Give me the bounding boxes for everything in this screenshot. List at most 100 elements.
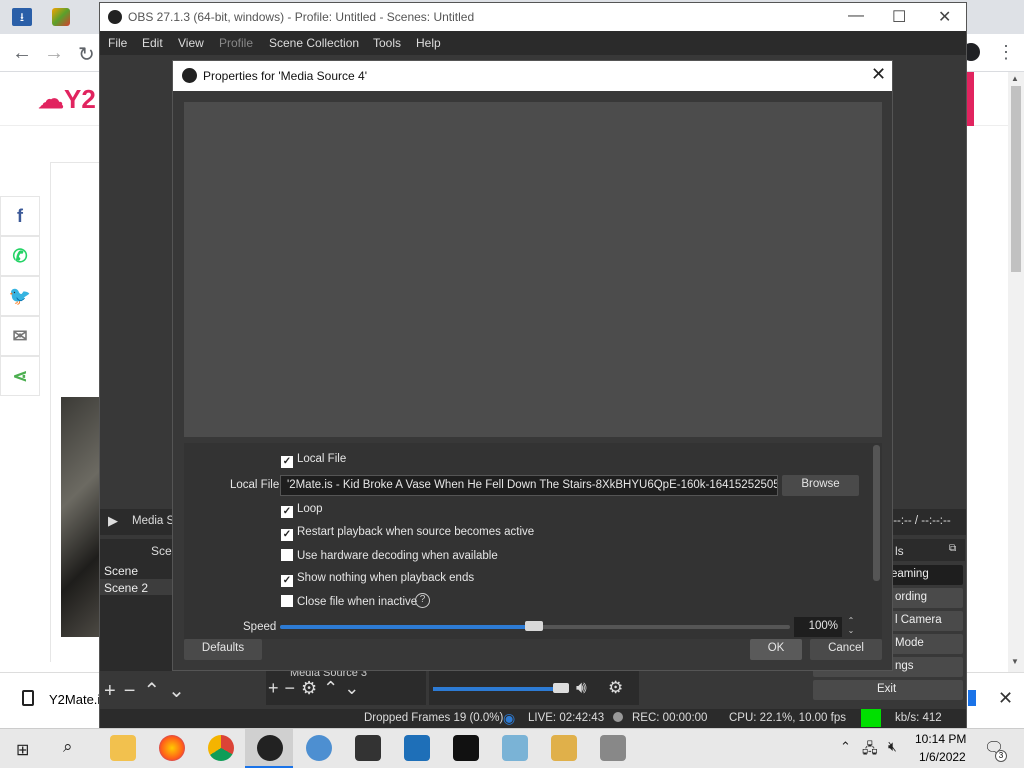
- menu-tools[interactable]: Tools: [373, 36, 401, 50]
- undock-icon[interactable]: ⧉: [949, 543, 956, 554]
- remove-scene-icon[interactable]: −: [124, 680, 144, 702]
- menu-file[interactable]: File: [108, 36, 127, 50]
- connection-indicator: [861, 709, 881, 727]
- kbps: kb/s: 412: [895, 712, 942, 724]
- speaker-icon[interactable]: 🔊︎: [576, 678, 587, 698]
- spin-up-icon[interactable]: ⌃: [844, 616, 858, 626]
- terminal-icon[interactable]: [453, 735, 479, 761]
- share-sidebar: f ✆ 🐦 ✉ ⋖: [0, 196, 40, 396]
- page-scrollbar-thumb[interactable]: [1011, 86, 1021, 272]
- local-file-path-input[interactable]: '2Mate.is - Kid Broke A Vase When He Fel…: [280, 475, 778, 496]
- defaults-button[interactable]: Defaults: [184, 639, 262, 660]
- spin-down-icon[interactable]: ⌄: [844, 626, 858, 636]
- tray-chevron-icon[interactable]: ⌃: [840, 739, 851, 755]
- show-nothing-checkbox[interactable]: ✓ Show nothing when playback ends: [281, 572, 474, 587]
- obs-logo-icon: [108, 10, 122, 24]
- extension-icon[interactable]: [52, 8, 70, 26]
- menu-profile[interactable]: Profile: [219, 36, 253, 50]
- menu-view[interactable]: View: [178, 36, 204, 50]
- obs-icon[interactable]: [257, 735, 283, 761]
- speed-label: Speed: [243, 621, 277, 633]
- help-icon[interactable]: ?: [415, 593, 430, 608]
- cancel-button[interactable]: Cancel: [810, 639, 882, 660]
- checkbox-box[interactable]: ✓: [281, 506, 293, 518]
- rec-icon: [613, 712, 623, 722]
- audio-settings-icon[interactable]: ⚙: [608, 678, 623, 698]
- checkbox-box[interactable]: ✓: [281, 456, 293, 468]
- speed-value-input[interactable]: 100%: [794, 617, 842, 637]
- exit-button[interactable]: Exit: [813, 680, 963, 700]
- back-icon[interactable]: ←: [12, 42, 32, 65]
- checkbox-box[interactable]: [281, 595, 293, 607]
- add-scene-icon[interactable]: +: [104, 680, 124, 702]
- checkbox-box[interactable]: ✓: [281, 575, 293, 587]
- whatsapp-icon[interactable]: ✆: [0, 236, 40, 276]
- checkbox-box[interactable]: [281, 549, 293, 561]
- scroll-up-icon[interactable]: ▲: [1011, 74, 1019, 83]
- twitter-icon[interactable]: 🐦: [0, 276, 40, 316]
- reload-icon[interactable]: ↻: [78, 42, 95, 67]
- qbittorrent-icon[interactable]: [306, 735, 332, 761]
- scene-row[interactable]: Scene 2: [100, 579, 180, 595]
- clock-time[interactable]: 10:14 PM: [915, 732, 966, 746]
- email-icon[interactable]: ✉: [0, 316, 40, 356]
- chrome-icon[interactable]: [208, 735, 234, 761]
- move-up-icon[interactable]: ⌃: [143, 680, 168, 702]
- ok-button[interactable]: OK: [750, 639, 802, 660]
- menu-scene-collection[interactable]: Scene Collection: [269, 36, 359, 50]
- menu-help[interactable]: Help: [416, 36, 441, 50]
- close-download-bar-icon[interactable]: ✕: [998, 688, 1013, 709]
- volume-muted-icon[interactable]: 🔇︎: [888, 738, 897, 755]
- local-file-checkbox[interactable]: ✓ Local File: [281, 453, 346, 468]
- paint-icon[interactable]: [551, 735, 577, 761]
- close-file-inactive-checkbox[interactable]: Close file when inactive: [281, 595, 417, 608]
- speed-slider-knob[interactable]: [525, 621, 543, 631]
- search-icon[interactable]: ⌕: [63, 737, 73, 757]
- settings-app-icon[interactable]: [600, 735, 626, 761]
- photos-icon[interactable]: [355, 735, 381, 761]
- move-down-icon[interactable]: ⌄: [168, 680, 193, 702]
- cpu-usage: CPU: 22.1%, 10.00 fps: [729, 712, 846, 724]
- properties-scrollbar[interactable]: [873, 445, 880, 581]
- volume-slider[interactable]: [433, 687, 563, 691]
- browser-menu-icon[interactable]: ⋮: [997, 42, 1015, 63]
- menu-edit[interactable]: Edit: [142, 36, 163, 50]
- volume-slider-knob[interactable]: [553, 683, 569, 693]
- minimize-icon[interactable]: —: [848, 7, 864, 25]
- hardware-decoding-checkbox[interactable]: Use hardware decoding when available: [281, 549, 498, 562]
- live-icon: ◉: [503, 710, 516, 726]
- network-icon[interactable]: 🖧︎: [862, 738, 878, 762]
- site-logo[interactable]: ☁Y2: [38, 84, 96, 115]
- properties-panel: [184, 443, 882, 639]
- maximize-icon[interactable]: ☐: [892, 7, 906, 27]
- download-tab-icon[interactable]: ⭳: [12, 8, 32, 26]
- close-icon[interactable]: ✕: [938, 7, 951, 27]
- scene-item-1[interactable]: Scene: [104, 564, 138, 578]
- forward-icon[interactable]: →: [44, 42, 64, 65]
- speed-spinner[interactable]: ⌃ ⌄: [844, 616, 858, 636]
- browse-button[interactable]: Browse: [782, 475, 859, 496]
- source-settings-icon[interactable]: ⚙: [301, 678, 323, 698]
- add-source-icon[interactable]: +: [268, 678, 285, 698]
- scene-item-2[interactable]: Scene 2: [104, 581, 148, 595]
- restart-playback-checkbox[interactable]: ✓ Restart playback when source becomes ac…: [281, 526, 534, 541]
- checkbox-box[interactable]: ✓: [281, 529, 293, 541]
- site-header-accent: [966, 72, 974, 126]
- remove-source-icon[interactable]: −: [285, 678, 302, 698]
- source-down-icon[interactable]: ⌄: [344, 678, 365, 698]
- start-icon[interactable]: ⊞: [16, 740, 29, 760]
- play-icon[interactable]: ▶: [108, 513, 118, 529]
- scene-row[interactable]: Scene: [100, 562, 180, 578]
- firefox-icon[interactable]: [159, 735, 185, 761]
- facebook-icon[interactable]: f: [0, 196, 40, 236]
- close-icon[interactable]: ✕: [871, 64, 886, 85]
- video-editor-icon[interactable]: [404, 735, 430, 761]
- notepad-icon[interactable]: [502, 735, 528, 761]
- download-item-name[interactable]: Y2Mate.i: [49, 692, 100, 707]
- file-explorer-icon[interactable]: [110, 735, 136, 761]
- clock-date[interactable]: 1/6/2022: [919, 750, 966, 764]
- source-up-icon[interactable]: ⌃: [323, 678, 344, 698]
- scroll-down-icon[interactable]: ▼: [1011, 657, 1019, 666]
- loop-checkbox[interactable]: ✓ Loop: [281, 503, 323, 518]
- share-icon[interactable]: ⋖: [0, 356, 40, 396]
